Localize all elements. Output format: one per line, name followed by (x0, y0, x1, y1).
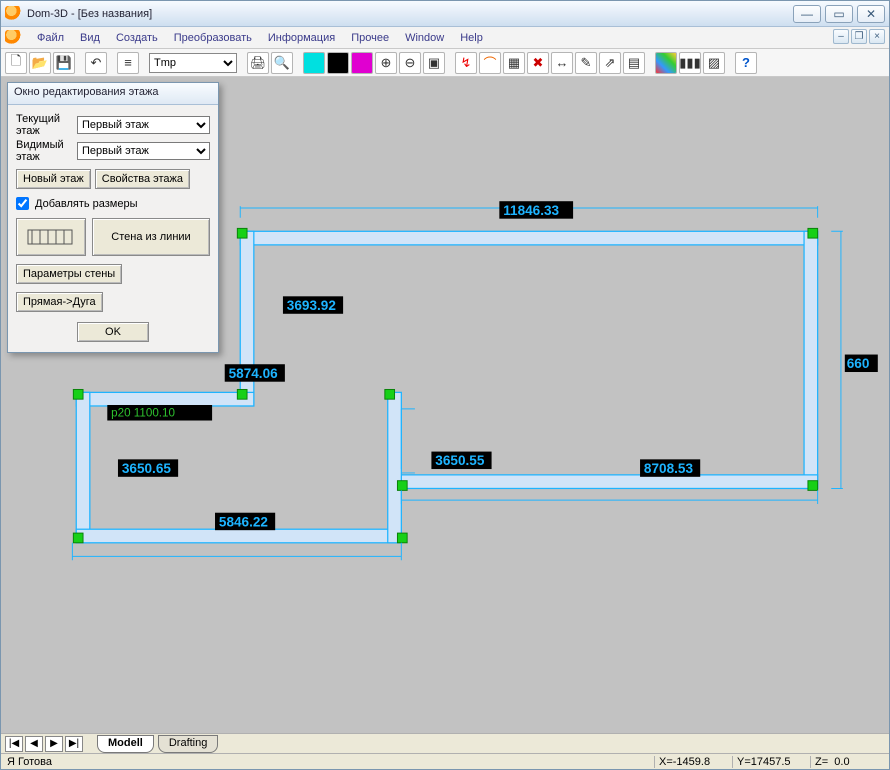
arc-icon[interactable]: ⌒ (479, 52, 501, 74)
grid-icon[interactable]: ▦ (503, 52, 525, 74)
doc-icon (5, 30, 21, 46)
visible-floor-select[interactable]: Первый этаж (77, 142, 210, 160)
dim-mid-lower: 3650.55 (435, 453, 485, 468)
measure-icon[interactable]: ✎ (575, 52, 597, 74)
status-bar: Я Готова X=-1459.8 Y=17457.5 Z= 0.0 (1, 753, 889, 769)
zoom-fit-icon[interactable]: ▣ (423, 52, 445, 74)
current-floor-label: Текущий этаж (16, 113, 71, 137)
tab-drafting[interactable]: Drafting (158, 735, 219, 753)
visible-floor-label: Видимый этаж (16, 139, 71, 163)
delete-icon[interactable]: ✖ (527, 52, 549, 74)
zoom-out-icon[interactable]: ⊖ (399, 52, 421, 74)
dim-mid-upper: 5874.06 (229, 366, 279, 381)
dim-right: 660 (847, 356, 870, 371)
axis-icon[interactable]: ↯ (455, 52, 477, 74)
zoom-in-icon[interactable]: ⊕ (375, 52, 397, 74)
menu-help[interactable]: Help (452, 30, 491, 46)
status-x: X=-1459.8 (655, 756, 733, 768)
menu-file[interactable]: Файл (29, 30, 72, 46)
tab-modell[interactable]: Modell (97, 735, 154, 753)
status-y: Y=17457.5 (733, 756, 811, 768)
new-floor-button[interactable]: Новый этаж (16, 169, 91, 189)
floor-editor-dialog: Окно редактирования этажа Текущий этаж П… (7, 82, 219, 353)
menu-info[interactable]: Информация (260, 30, 343, 46)
menu-window[interactable]: Window (397, 30, 452, 46)
save-file-icon[interactable]: 💾 (53, 52, 75, 74)
dim-top: 11846.33 (503, 203, 559, 218)
tab-nav-first[interactable]: |◀ (5, 736, 23, 752)
open-file-icon[interactable]: 📂 (29, 52, 51, 74)
menu-misc[interactable]: Прочее (343, 30, 397, 46)
dim-bottom-left: 5846.22 (219, 514, 269, 529)
wall-params-button[interactable]: Параметры стены (16, 264, 122, 284)
dim-left-lower: 3650.65 (122, 461, 172, 476)
status-z: Z= 0.0 (811, 756, 889, 768)
wall-tool-button[interactable] (16, 218, 86, 256)
dimension-icon[interactable]: ↔ (551, 52, 573, 74)
mdi-minimize-button[interactable]: – (833, 29, 849, 44)
dim-bottom-right: 8708.53 (644, 461, 694, 476)
maximize-button[interactable]: ▭ (825, 5, 853, 23)
canvas-area[interactable]: 11846.33 660 3693.92 5874.06 3650.65 365… (1, 77, 889, 769)
dim-left-upper: 3693.92 (287, 298, 337, 313)
tab-nav-next[interactable]: ▶ (45, 736, 63, 752)
align-icon[interactable]: ⇗ (599, 52, 621, 74)
tab-nav-prev[interactable]: ◀ (25, 736, 43, 752)
close-button[interactable]: ✕ (857, 5, 885, 23)
current-floor-select[interactable]: Первый этаж (77, 116, 210, 134)
tab-bar: |◀ ◀ ▶ ▶| Modell Drafting (1, 733, 889, 753)
preview-icon[interactable]: 🔍 (271, 52, 293, 74)
menu-transform[interactable]: Преобразовать (166, 30, 260, 46)
tab-nav-last[interactable]: ▶| (65, 736, 83, 752)
menu-view[interactable]: Вид (72, 30, 108, 46)
print-icon[interactable]: 🖨 (247, 52, 269, 74)
window-title: Dom-3D - [Без названия] (27, 8, 152, 20)
toolbar: 🗋 📂 💾 ↶ ≡ Tmp 🖨 🔍 ⊕ ⊖ ▣ ↯ ⌒ ▦ ✖ ↔ ✎ ⇗ ▤ … (1, 49, 889, 77)
table-icon[interactable]: ▤ (623, 52, 645, 74)
dialog-title: Окно редактирования этажа (8, 83, 218, 105)
add-dims-checkbox[interactable] (16, 197, 29, 210)
status-message: Я Готова (1, 756, 655, 768)
add-dims-label: Добавлять размеры (35, 198, 138, 210)
undo-icon[interactable]: ↶ (85, 52, 107, 74)
layer-select[interactable]: Tmp (149, 53, 237, 73)
barcode-icon[interactable]: ▮▮▮ (679, 52, 701, 74)
app-icon (5, 6, 21, 22)
menu-create[interactable]: Создать (108, 30, 166, 46)
floor-props-button[interactable]: Свойства этажа (95, 169, 190, 189)
line-arc-button[interactable]: Прямая->Дуга (16, 292, 103, 312)
palette-icon[interactable] (655, 52, 677, 74)
mdi-close-button[interactable]: × (869, 29, 885, 44)
mdi-restore-button[interactable]: ❐ (851, 29, 867, 44)
ok-button[interactable]: OK (77, 322, 149, 342)
title-bar: Dom-3D - [Без названия] — ▭ ✕ (1, 1, 889, 27)
layer-icon[interactable]: ≡ (117, 52, 139, 74)
wall-from-line-button[interactable]: Стена из линии (92, 218, 210, 256)
help-icon[interactable]: ? (735, 52, 757, 74)
hatch-icon[interactable]: ▨ (703, 52, 725, 74)
dim-hidden: p20 1100.10 (111, 407, 175, 420)
menu-bar: Файл Вид Создать Преобразовать Информаци… (1, 27, 889, 49)
minimize-button[interactable]: — (793, 5, 821, 23)
new-file-icon[interactable]: 🗋 (5, 52, 27, 74)
color-black-icon[interactable] (327, 52, 349, 74)
color-magenta-icon[interactable] (351, 52, 373, 74)
color-cyan-icon[interactable] (303, 52, 325, 74)
